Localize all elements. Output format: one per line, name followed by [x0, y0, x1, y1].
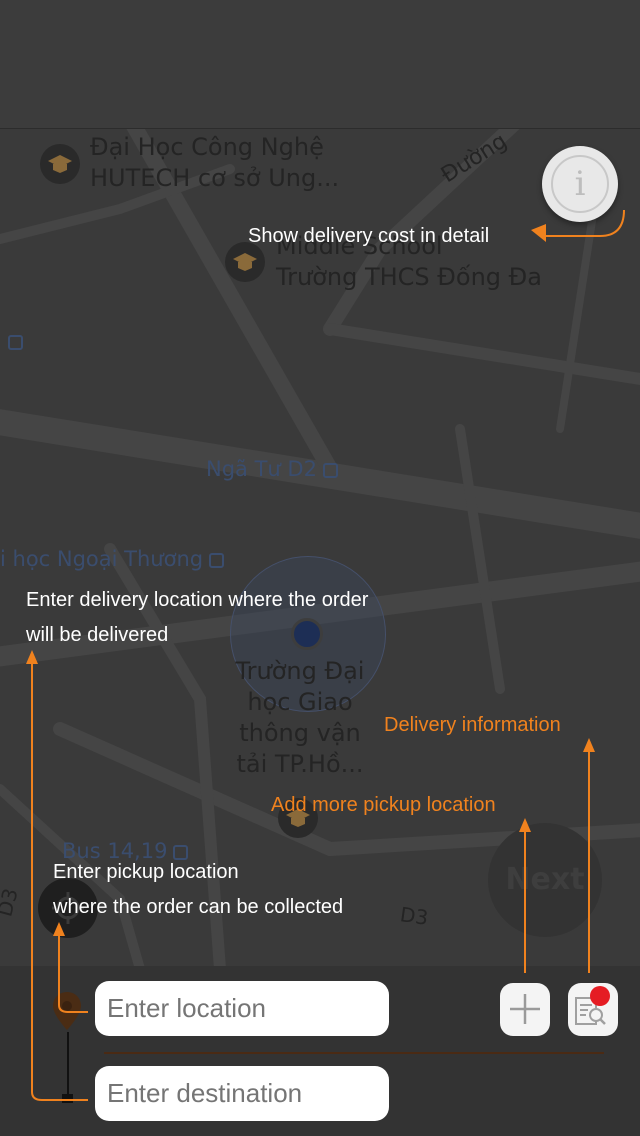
- transit-label-nga-tu: Ngã Tư D2: [206, 457, 338, 481]
- map-label-university: Trường Đại học Giao thông vận tải TP.Hồ.…: [235, 657, 365, 778]
- bus-stop-icon: [209, 553, 225, 568]
- add-pickup-button[interactable]: [500, 983, 550, 1036]
- nga-tu-text: Ngã Tư D2: [206, 457, 317, 481]
- destination-input[interactable]: [95, 1066, 389, 1121]
- bus-stop-icon: [322, 463, 338, 478]
- pickup-location-input[interactable]: [95, 981, 389, 1036]
- tutorial-delivery-location: Enter delivery location where the order …: [26, 589, 369, 646]
- location-pin-icon: [53, 992, 81, 1030]
- notification-badge: [590, 986, 610, 1006]
- tutorial-add-pickup: Add more pickup location: [271, 794, 496, 816]
- plus-icon: [510, 994, 540, 1024]
- map-label-road-d3-street: D3: [398, 902, 430, 930]
- top-bar: [0, 0, 640, 129]
- field-separator: [104, 1052, 604, 1054]
- graduation-cap-icon: [233, 253, 257, 271]
- cost-detail-info-button[interactable]: i: [542, 146, 618, 222]
- poi-icon-hutech: [40, 144, 80, 184]
- tutorial-cost-detail: Show delivery cost in detail: [248, 225, 490, 247]
- transit-label-ngoai-thuong: i học Ngoại Thương: [0, 547, 225, 571]
- tutorial-delivery-info: Delivery information: [384, 714, 561, 736]
- bus-stop-icon: [8, 335, 23, 350]
- tutorial-pickup-location: Enter pickup location where the order ca…: [53, 861, 344, 918]
- next-button[interactable]: Next: [488, 823, 602, 937]
- graduation-cap-icon: [48, 155, 72, 173]
- info-icon: i: [551, 155, 609, 213]
- ngoai-thuong-text: i học Ngoại Thương: [0, 547, 204, 571]
- route-connector-line: [67, 1032, 69, 1094]
- destination-marker: [62, 1094, 73, 1103]
- map-label-hutech: Đại Học Công Nghệ HUTECH cơ sở Ung...: [90, 133, 340, 192]
